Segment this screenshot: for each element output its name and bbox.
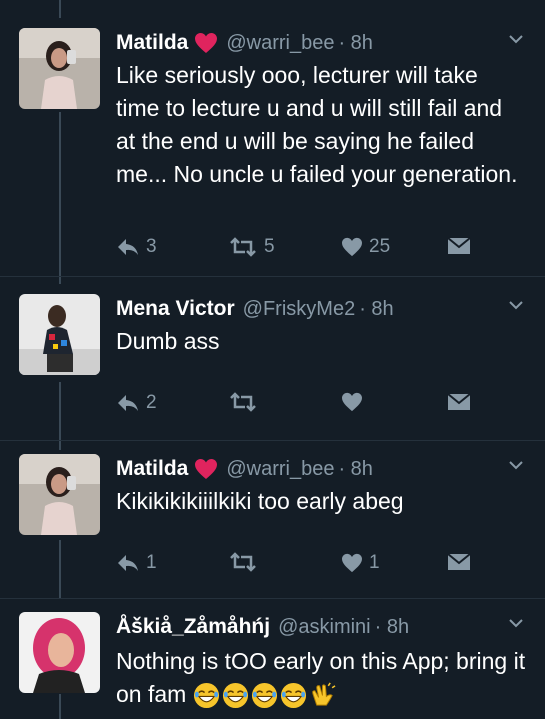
timestamp[interactable]: · 8h <box>375 616 409 639</box>
tweet[interactable]: Matilda @warri_bee · 8h Like seriously o… <box>0 28 545 278</box>
direct-message-button[interactable] <box>446 552 472 572</box>
display-name[interactable]: Matilda <box>116 31 188 55</box>
reply-button[interactable]: 1 <box>116 552 157 574</box>
retweet-icon <box>230 237 256 257</box>
laughing-face-icon <box>251 683 277 709</box>
retweet-button[interactable] <box>228 552 264 572</box>
display-name[interactable]: Matilda <box>116 457 188 481</box>
tweet-header: Matilda @warri_bee · 8h <box>116 454 373 484</box>
avatar[interactable] <box>19 28 100 109</box>
username[interactable]: @askimini <box>278 616 371 639</box>
timestamp[interactable]: · 8h <box>359 298 393 321</box>
retweet-icon <box>230 552 256 572</box>
heart-icon <box>342 392 362 412</box>
heart-emoji-icon <box>195 459 218 479</box>
reply-button[interactable]: 3 <box>116 236 157 258</box>
username[interactable]: @warri_bee <box>226 32 334 55</box>
tweet-actions: 3 5 25 <box>116 236 476 264</box>
retweet-count: 5 <box>264 236 275 257</box>
chevron-down-icon[interactable] <box>507 456 525 474</box>
chevron-down-icon[interactable] <box>507 614 525 632</box>
divider <box>0 276 545 277</box>
envelope-icon <box>447 553 471 570</box>
tweet-text: Dumb ass <box>116 328 220 354</box>
envelope-icon <box>447 237 471 254</box>
divider <box>0 598 545 599</box>
heart-icon <box>342 553 362 573</box>
avatar[interactable] <box>19 454 100 535</box>
chevron-down-icon[interactable] <box>507 296 525 314</box>
direct-message-button[interactable] <box>446 236 472 256</box>
direct-message-button[interactable] <box>446 392 472 412</box>
username[interactable]: @FriskyMe2 <box>243 298 356 321</box>
like-count: 1 <box>369 552 380 573</box>
tweet[interactable]: Mena Victor @FriskyMe2 · 8h Dumb ass 2 <box>0 294 545 444</box>
clapping-hands-icon <box>311 682 336 707</box>
reply-count: 2 <box>146 392 157 413</box>
heart-emoji-icon <box>195 33 218 53</box>
reply-icon <box>118 395 138 411</box>
retweet-button[interactable] <box>228 392 264 412</box>
retweet-icon <box>230 392 256 412</box>
tweet-header: Mena Victor @FriskyMe2 · 8h <box>116 294 394 324</box>
reply-count: 1 <box>146 552 157 573</box>
chevron-down-icon[interactable] <box>507 30 525 48</box>
timestamp[interactable]: · 8h <box>338 458 372 481</box>
reply-icon <box>118 555 138 571</box>
username[interactable]: @warri_bee <box>226 458 334 481</box>
like-count: 25 <box>369 236 391 257</box>
divider <box>0 440 545 441</box>
reply-count: 3 <box>146 236 157 257</box>
tweet-text: Kikikikikiiilkiki too early abeg <box>116 488 404 514</box>
thread-connector <box>59 0 61 18</box>
tweet-text: Like seriously ooo, lecturer will take t… <box>116 62 518 187</box>
tweet-actions: 2 <box>116 392 476 420</box>
avatar-image <box>19 28 100 109</box>
laughing-face-icon <box>280 683 306 709</box>
tweet-actions: 1 1 <box>116 552 476 580</box>
retweet-button[interactable]: 5 <box>228 236 275 258</box>
display-name[interactable]: Mena Victor <box>116 297 235 321</box>
display-name[interactable]: Åškiå_Zåmåhńj <box>116 615 270 639</box>
reply-button[interactable]: 2 <box>116 392 157 414</box>
tweet-header: Åškiå_Zåmåhńj @askimini · 8h <box>116 612 409 642</box>
heart-icon <box>342 237 362 257</box>
avatar[interactable] <box>19 294 100 375</box>
avatar-image <box>19 294 100 375</box>
like-button[interactable] <box>341 392 369 412</box>
tweet[interactable]: Matilda @warri_bee · 8h Kikikikikiiilkik… <box>0 454 545 594</box>
tweet-header: Matilda @warri_bee · 8h <box>116 28 373 58</box>
tweet[interactable]: Åškiå_Zåmåhńj @askimini · 8h Nothing is … <box>0 612 545 719</box>
like-button[interactable]: 1 <box>341 552 380 574</box>
laughing-face-icon <box>193 683 219 709</box>
like-button[interactable]: 25 <box>341 236 390 258</box>
envelope-icon <box>447 393 471 410</box>
timestamp[interactable]: · 8h <box>338 32 372 55</box>
emoji-row <box>193 682 336 709</box>
avatar-image <box>19 454 100 535</box>
tweet-text-container: Nothing is tOO early on this App; bring … <box>116 645 526 711</box>
avatar[interactable] <box>19 612 100 693</box>
laughing-face-icon <box>222 683 248 709</box>
avatar-image <box>19 612 100 693</box>
reply-icon <box>118 239 138 255</box>
